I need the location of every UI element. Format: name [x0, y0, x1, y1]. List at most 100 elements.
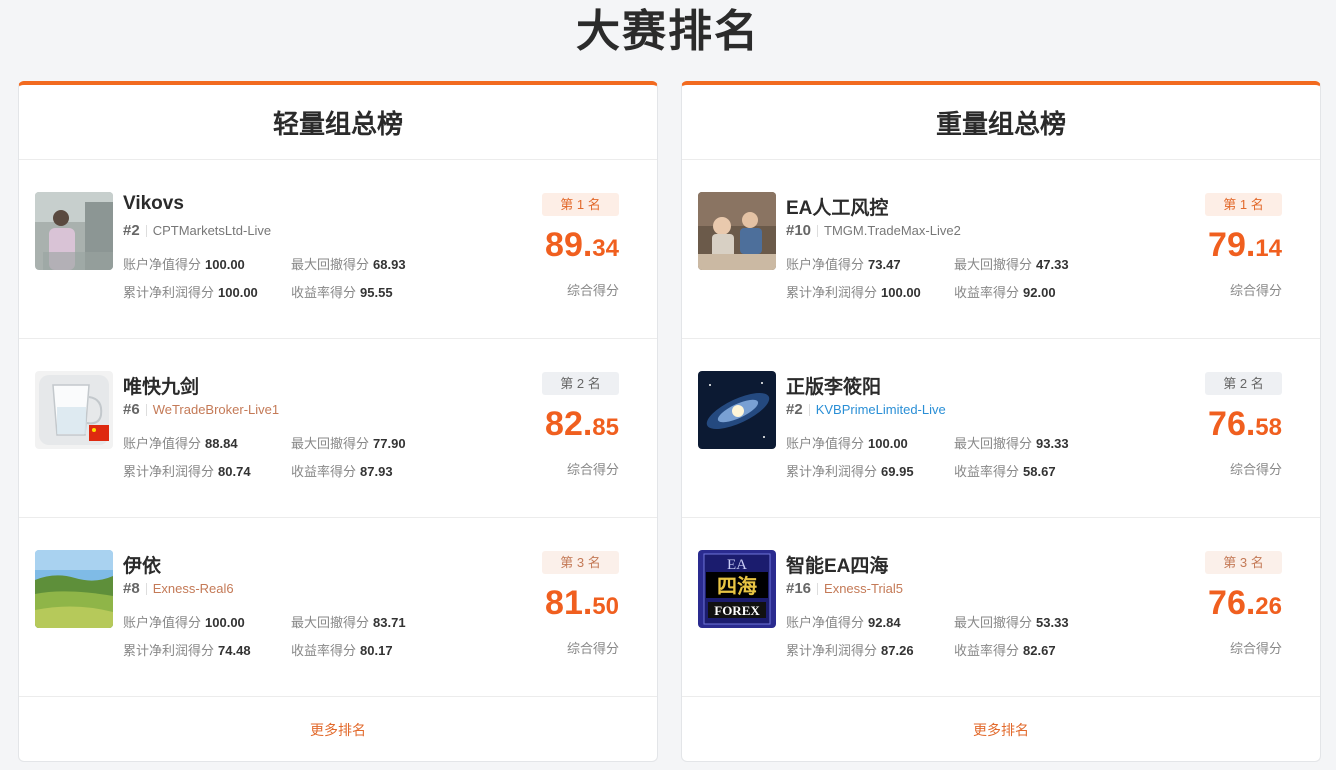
score-metrics: 账户净值得分 100.00 最大回撤得分 93.33 累计净利润得分 69.95 收益… [786, 433, 1126, 480]
glass-cup-with-flag-icon [35, 371, 113, 449]
total-score-label: 综合得分 [1229, 641, 1282, 656]
person-photo-icon [35, 192, 113, 270]
panel-title: 轻量组总榜 [19, 85, 657, 160]
trader-name[interactable]: 伊依 [123, 551, 161, 578]
total-score-label: 综合得分 [566, 283, 619, 298]
rank-badge: 第 3 名 [542, 551, 619, 574]
broker-account: Exness-Trial5 [824, 581, 904, 596]
rank-badge: 第 3 名 [1205, 551, 1282, 574]
return-rate-score: 收益率得分 80.17 [291, 643, 393, 658]
score-metrics: 账户净值得分 73.47 最大回撤得分 47.33 累计净利润得分 100.00 收益… [786, 254, 1126, 301]
broker-account: KVBPrimeLimited-Live [815, 402, 946, 417]
rank-badge: 第 2 名 [542, 372, 619, 395]
svg-text:四海: 四海 [717, 574, 757, 598]
score-metrics: 账户净值得分 88.84 最大回撤得分 77.90 累计净利润得分 80.74 收益率… [123, 433, 463, 480]
total-score-label: 综合得分 [1229, 283, 1282, 298]
panel-title: 重量组总榜 [682, 85, 1320, 160]
score-metrics: 账户净值得分 92.84 最大回撤得分 53.33 累计净利润得分 87.26 收益率… [786, 612, 1126, 659]
equity-score: 账户净值得分 92.84 [786, 615, 901, 630]
leaderboard-row[interactable]: 伊依 #8 Exness-Real6 账户净值得分 100.00 最大回撤得分 83… [19, 518, 657, 697]
light-group-leaderboard: 轻量组总榜 Vikovs #2 CPTMarketsLtd-Live 账户净值得… [18, 81, 658, 762]
rank-badge: 第 1 名 [542, 193, 619, 216]
svg-text:EA: EA [727, 557, 747, 573]
total-score-label: 综合得分 [566, 641, 619, 656]
equity-score: 账户净值得分 100.00 [123, 257, 245, 272]
account-rank: #2 [786, 401, 803, 418]
return-rate-score: 收益率得分 87.93 [291, 464, 393, 479]
leaderboard-row[interactable]: 正版李筱阳 #2 KVBPrimeLimited-Live 账户净值得分 100.… [682, 339, 1320, 518]
total-score: 76.26 [1208, 584, 1282, 622]
broker-account: CPTMarketsLtd-Live [152, 223, 272, 238]
total-score-label: 综合得分 [566, 462, 619, 477]
avatar[interactable]: EA 四海 FOREX [698, 550, 776, 628]
equity-score: 账户净值得分 73.47 [786, 257, 901, 272]
trader-name[interactable]: Vikovs [123, 193, 184, 215]
net-profit-score: 累计净利润得分 74.48 [123, 643, 251, 658]
drawdown-score: 最大回撤得分 53.33 [954, 615, 1069, 630]
broker-account: Exness-Real6 [152, 581, 234, 596]
divider [145, 403, 147, 416]
trader-name[interactable]: 正版李筱阳 [786, 372, 881, 399]
net-profit-score: 累计净利润得分 69.95 [786, 464, 914, 479]
divider [817, 224, 819, 237]
more-rankings-link[interactable]: 更多排名 [19, 697, 657, 763]
return-rate-score: 收益率得分 82.67 [954, 643, 1056, 658]
avatar[interactable] [35, 371, 113, 449]
more-rankings-link[interactable]: 更多排名 [682, 697, 1320, 763]
drawdown-score: 最大回撤得分 83.71 [291, 615, 406, 630]
drawdown-score: 最大回撤得分 77.90 [291, 436, 406, 451]
leaderboard-row[interactable]: EA人工风控 #10 TMGM.TradeMax-Live2 账户净值得分 73.… [682, 160, 1320, 339]
avatar[interactable] [698, 192, 776, 270]
trader-name[interactable]: 智能EA四海 [786, 551, 888, 578]
total-score: 81.50 [545, 584, 619, 622]
return-rate-score: 收益率得分 58.67 [954, 464, 1056, 479]
account-info: #6 WeTradeBroker-Live1 [123, 401, 279, 418]
divider [817, 582, 819, 595]
galaxy-image-icon [698, 371, 776, 449]
drawdown-score: 最大回撤得分 68.93 [291, 257, 406, 272]
account-info: #2 KVBPrimeLimited-Live [786, 401, 946, 418]
leaderboard-row[interactable]: EA 四海 FOREX 智能EA四海 #16 Exness-Trial5 账户净… [682, 518, 1320, 697]
landscape-field-icon [35, 550, 113, 628]
broker-account: WeTradeBroker-Live1 [152, 402, 280, 417]
avatar[interactable] [35, 192, 113, 270]
net-profit-score: 累计净利润得分 100.00 [786, 285, 921, 300]
trader-name[interactable]: EA人工风控 [786, 193, 888, 220]
leaderboard-row[interactable]: 唯快九剑 #6 WeTradeBroker-Live1 账户净值得分 88.84 … [19, 339, 657, 518]
account-info: #16 Exness-Trial5 [786, 580, 903, 597]
net-profit-score: 累计净利润得分 87.26 [786, 643, 914, 658]
account-rank: #8 [123, 580, 140, 597]
account-rank: #2 [123, 222, 140, 239]
drawdown-score: 最大回撤得分 47.33 [954, 257, 1069, 272]
equity-score: 账户净值得分 100.00 [123, 615, 245, 630]
total-score: 82.85 [545, 405, 619, 443]
total-score: 79.14 [1208, 226, 1282, 264]
return-rate-score: 收益率得分 92.00 [954, 285, 1056, 300]
heavy-group-leaderboard: 重量组总榜 EA人工风控 #10 TMGM.TradeMax-Live2 账户净… [681, 81, 1321, 762]
svg-text:FOREX: FOREX [714, 603, 760, 618]
equity-score: 账户净值得分 100.00 [786, 436, 908, 451]
rank-badge: 第 1 名 [1205, 193, 1282, 216]
total-score-label: 综合得分 [1229, 462, 1282, 477]
divider [145, 224, 147, 237]
trader-name[interactable]: 唯快九剑 [123, 372, 199, 399]
net-profit-score: 累计净利润得分 80.74 [123, 464, 251, 479]
avatar[interactable] [35, 550, 113, 628]
total-score: 89.34 [545, 226, 619, 264]
broker-account: TMGM.TradeMax-Live2 [824, 223, 961, 238]
divider [808, 403, 810, 416]
divider [145, 582, 147, 595]
account-rank: #6 [123, 401, 140, 418]
account-info: #8 Exness-Real6 [123, 580, 234, 597]
return-rate-score: 收益率得分 95.55 [291, 285, 393, 300]
account-rank: #10 [786, 222, 812, 239]
leaderboard-row[interactable]: Vikovs #2 CPTMarketsLtd-Live 账户净值得分 100.0… [19, 160, 657, 339]
equity-score: 账户净值得分 88.84 [123, 436, 238, 451]
avatar[interactable] [698, 371, 776, 449]
net-profit-score: 累计净利润得分 100.00 [123, 285, 258, 300]
total-score: 76.58 [1208, 405, 1282, 443]
rank-badge: 第 2 名 [1205, 372, 1282, 395]
score-metrics: 账户净值得分 100.00 最大回撤得分 68.93 累计净利润得分 100.00 收… [123, 254, 463, 301]
ea-forex-logo-icon: EA 四海 FOREX [698, 550, 776, 628]
account-info: #2 CPTMarketsLtd-Live [123, 222, 271, 239]
